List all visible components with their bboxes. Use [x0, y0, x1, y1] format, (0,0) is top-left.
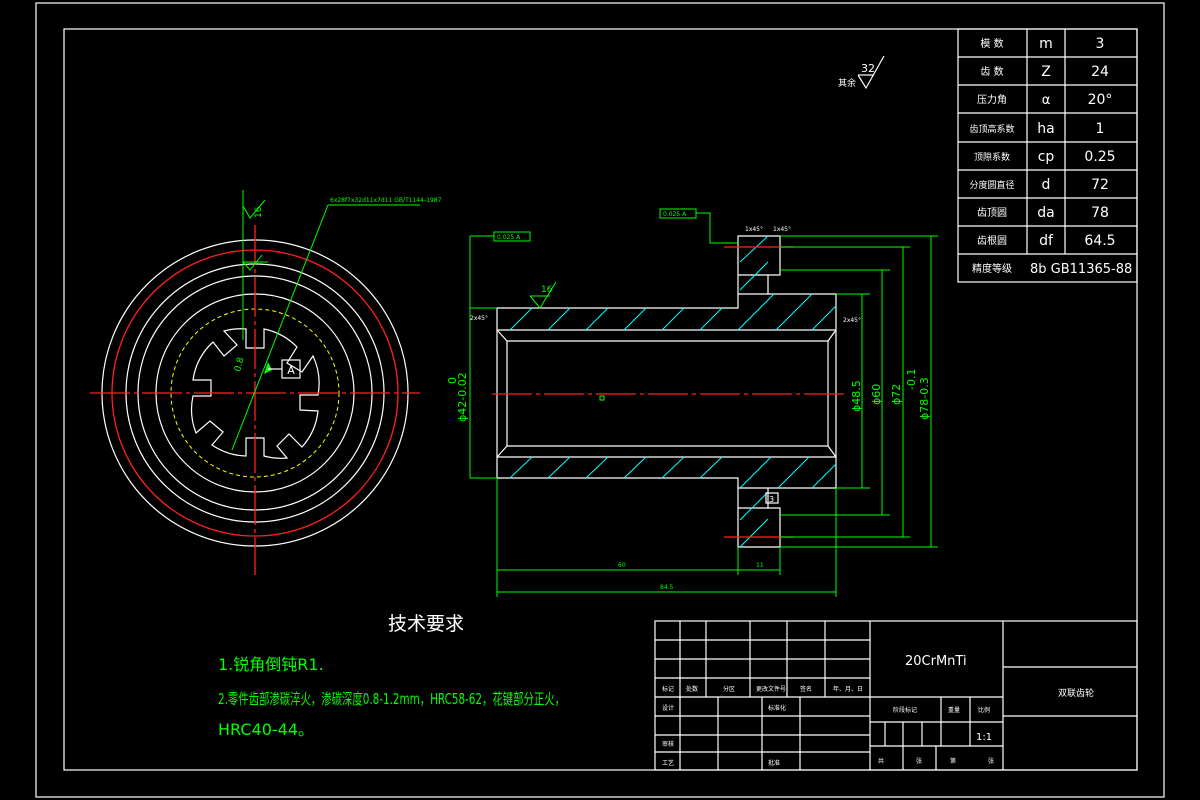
diameter-48: ϕ48.5	[850, 380, 863, 412]
gear-parameter-table: 模 数 m 3 齿 数 Z 24 压力角 α 20° 齿顶高系数 ha 1 顶隙…	[957, 28, 1138, 283]
roughness-value: 16	[541, 285, 553, 295]
gear-table-value: 20°	[1088, 92, 1113, 108]
gear-table-label: 齿根圆	[977, 234, 1007, 247]
title-block-label: 年、月、日	[833, 685, 863, 693]
gear-table-symbol: m	[1039, 36, 1053, 52]
gear-table-value: 64.5	[1084, 233, 1115, 249]
gear-table-label: 分度圆直径	[969, 179, 1014, 191]
gear-table-label: 齿 数	[980, 65, 1003, 78]
gear-table-value: 3	[1096, 36, 1105, 52]
gear-table-symbol: cp	[1038, 149, 1055, 165]
datum-label: A	[287, 364, 295, 377]
title-block-label: 设计	[662, 704, 674, 712]
technical-requirements: 技术要求 1.锐角倒钝R1. 2.零件齿部渗碳淬火，渗碳深度0.8-1.2mm，…	[218, 613, 565, 739]
leader-arrow	[264, 362, 272, 374]
hatching-top	[509, 235, 837, 331]
title-block: 20CrMnTi 双联齿轮 1:1 标记 处数 分区 更改文件号 签名 年、月、…	[654, 620, 1138, 771]
title-block-label: 重量	[948, 706, 960, 714]
title-block-label: 第	[950, 757, 956, 765]
length-11: 11	[756, 562, 764, 569]
tech-req-line: HRC40-44。	[218, 720, 314, 739]
title-block-label: 共	[878, 757, 884, 765]
gear-table-value: 72	[1091, 177, 1109, 193]
gear-table-label: 模 数	[980, 37, 1003, 50]
gear-table-symbol: Z	[1041, 64, 1051, 80]
gear-table-label: 齿顶高系数	[969, 123, 1014, 135]
drawing-sheet: 模 数 m 3 齿 数 Z 24 压力角 α 20° 齿顶高系数 ha 1 顶隙…	[35, 2, 1165, 798]
diameter-72: ϕ72	[890, 384, 903, 405]
title-block-label: 张	[916, 757, 922, 765]
title-block-label: 处数	[686, 685, 698, 693]
title-block-label: 标记	[662, 685, 674, 693]
diameter-78-upper: -0.1	[905, 369, 918, 390]
gear-table-value: 78	[1091, 205, 1109, 221]
diameter-78: ϕ78-0.3	[918, 377, 931, 420]
gear-table-value: 24	[1091, 64, 1109, 80]
part-name: 双联齿轮	[1058, 687, 1094, 699]
tolerance-text: 0.025 A	[663, 211, 687, 218]
gear-table-value: 0.25	[1084, 149, 1115, 165]
section-outline	[496, 235, 837, 548]
chamfer-label: 1x45°	[773, 226, 791, 233]
gear-table-symbol: α	[1042, 93, 1051, 108]
dim-zero: 0	[446, 377, 459, 384]
scale: 1:1	[976, 732, 992, 743]
gear-end-view: 6x28f7x32d11x7d11 GB/T1144-1987 16 A 0.8	[90, 190, 442, 575]
gear-table-label: 齿顶圆	[977, 207, 1007, 219]
chamfer-label: 2x45°	[470, 315, 488, 322]
length-60: 60	[618, 562, 626, 569]
chamfer-label: 1x45°	[745, 226, 763, 233]
spline-callout: 6x28f7x32d11x7d11 GB/T1144-1987	[330, 197, 442, 204]
accuracy-label: 精度等级	[972, 262, 1012, 275]
groove-depth: 3	[769, 495, 774, 504]
gear-section-view: ϕ48.5 ϕ60 ϕ72 ϕ78-0.3 -0.1 ϕ42-0.02 0 0.…	[446, 208, 938, 597]
length-total: 84.5	[660, 584, 674, 591]
title-block-label: 比例	[978, 706, 990, 714]
gear-table-label: 压力角	[977, 93, 1007, 106]
title-block-label: 签名	[800, 685, 812, 693]
chamfer-label: 2x45°	[843, 317, 861, 324]
title-block-label: 张	[988, 757, 994, 765]
hatching-bottom	[509, 456, 837, 548]
title-block-label: 批准	[768, 759, 780, 767]
gear-table-symbol: da	[1037, 205, 1054, 221]
title-block-label: 标准化	[768, 704, 786, 712]
material: 20CrMnTi	[905, 654, 967, 669]
gear-table-value: 1	[1096, 121, 1105, 137]
tech-req-title: 技术要求	[388, 613, 464, 635]
gear-table-symbol: ha	[1037, 121, 1054, 137]
title-block-label: 阶段标记	[893, 706, 917, 714]
diameter-60: ϕ60	[870, 384, 883, 405]
gear-table-label: 顶隙系数	[974, 151, 1010, 163]
tolerance-text: 0.025 A	[497, 234, 521, 241]
title-block-label: 更改文件号	[756, 685, 786, 693]
title-block-label: 工艺	[662, 759, 674, 767]
title-block-label: 审核	[662, 740, 674, 748]
roughness-note: 其余 32	[838, 55, 885, 90]
tech-req-line: 2.零件齿部渗碳淬火，渗碳深度0.8-1.2mm，HRC58-62，花键部分正火…	[218, 690, 565, 708]
tech-req-line: 1.锐角倒钝R1.	[218, 655, 324, 674]
roughness-value: 16	[254, 206, 264, 218]
accuracy-value: 8b GB11365-88	[1030, 262, 1132, 277]
angle-mark: 0.8	[233, 356, 246, 373]
roughness-value: 32	[861, 62, 875, 75]
roughness-prefix: 其余	[838, 77, 856, 89]
gear-table-symbol: d	[1042, 177, 1051, 193]
title-block-label: 分区	[723, 685, 735, 693]
gear-table-symbol: df	[1039, 233, 1054, 249]
